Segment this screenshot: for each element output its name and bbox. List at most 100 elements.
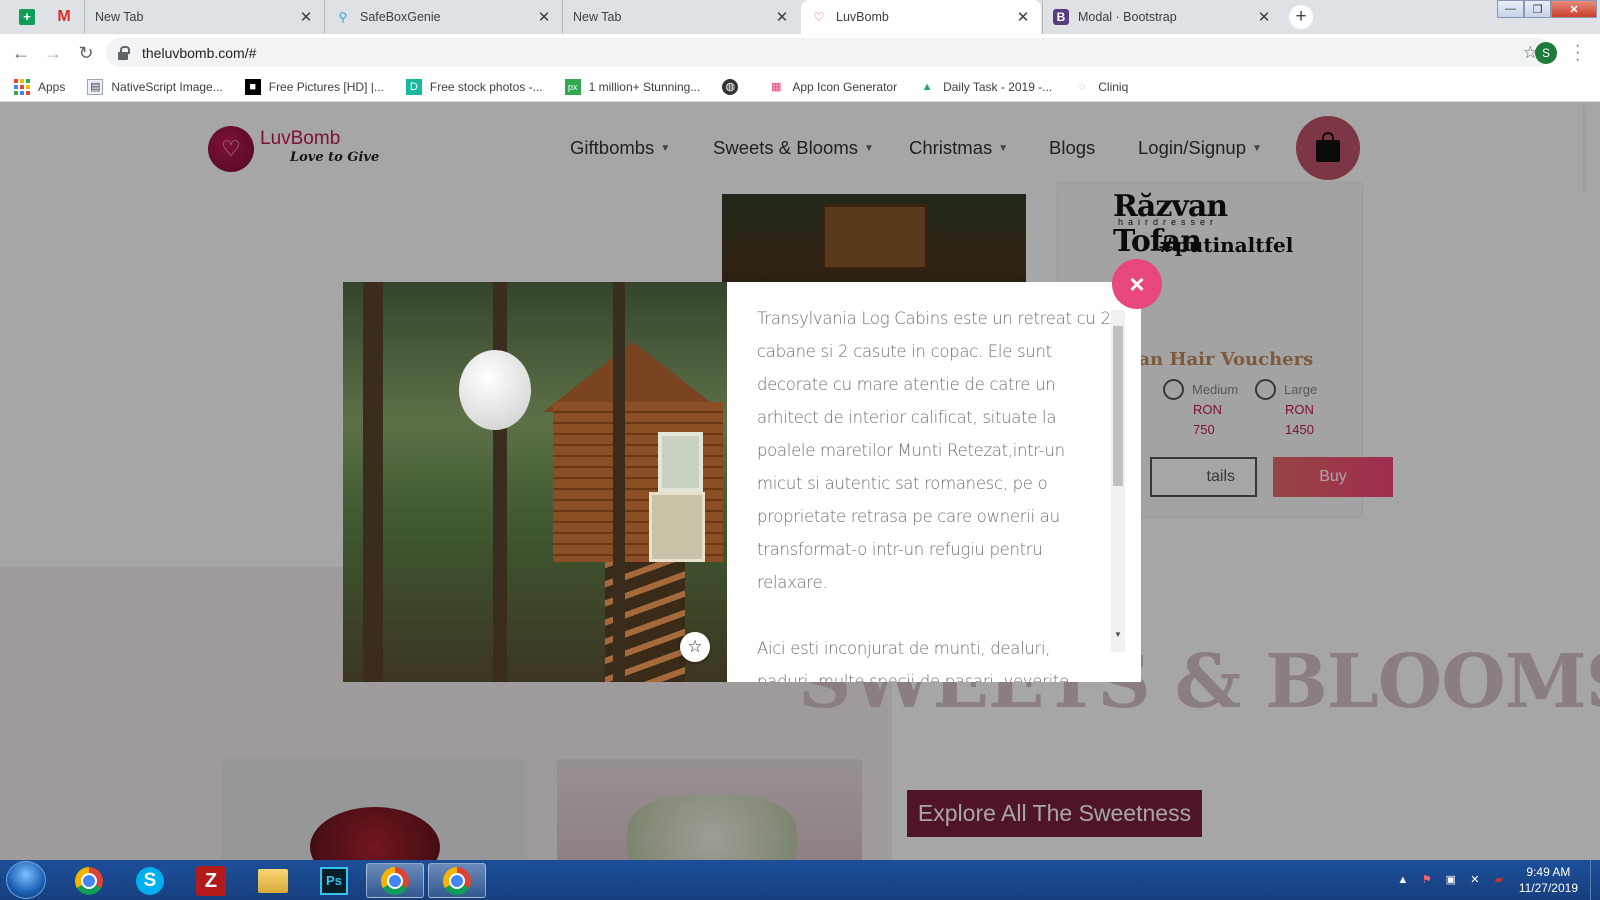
description-paragraph: Transylvania Log Cabins este un retreat … xyxy=(757,309,1111,592)
tab-title: Modal · Bootstrap xyxy=(1078,10,1177,24)
modal-scrollbar[interactable]: ▲ ▼ xyxy=(1111,310,1125,652)
language-flag-icon[interactable]: ▰ xyxy=(1491,872,1507,888)
chrome-icon xyxy=(75,866,103,895)
bookmark-daily-task[interactable]: ▲ Daily Task - 2019 -... xyxy=(919,79,1053,95)
tab-bootstrap-modal[interactable]: B Modal · Bootstrap ✕ xyxy=(1042,0,1282,34)
show-desktop-button[interactable] xyxy=(1590,860,1600,900)
modal-dialog: ☆ Transylvania Log Cabins este un retrea… xyxy=(343,282,1141,682)
cabin-window xyxy=(658,432,703,492)
forward-icon[interactable]: → xyxy=(40,40,66,66)
bookmark-label: App Icon Generator xyxy=(792,79,898,94)
skype-icon: S xyxy=(136,866,164,895)
scroll-down-icon[interactable]: ▼ xyxy=(1114,618,1122,651)
filezilla-icon: Z xyxy=(196,865,226,896)
tab-close-icon[interactable]: ✕ xyxy=(1256,8,1272,26)
bookmark-free-stock-photos[interactable]: D Free stock photos -... xyxy=(405,78,543,95)
show-hidden-icons-icon[interactable]: ▲ xyxy=(1395,872,1411,888)
tab-new-tab-1[interactable]: New Tab ✕ xyxy=(84,0,324,34)
taskbar-filezilla[interactable]: Z xyxy=(182,863,240,898)
browser-menu-icon[interactable]: · · · xyxy=(1575,38,1580,68)
bookmark-app-icon-generator[interactable]: ▦ App Icon Generator xyxy=(768,79,897,95)
globe-icon: ◍ xyxy=(722,78,739,95)
action-center-flag-icon[interactable]: ⚑ xyxy=(1419,872,1435,888)
bookmark-stunning[interactable]: px 1 million+ Stunning... xyxy=(564,78,700,95)
window-controls: — ❐ ✕ xyxy=(1497,0,1597,18)
system-clock[interactable]: 9:49 AM 11/27/2019 xyxy=(1519,864,1578,896)
tab-close-icon[interactable]: ✕ xyxy=(536,8,552,26)
tab-close-icon[interactable]: ✕ xyxy=(774,8,790,26)
luvbomb-icon: ♡ xyxy=(813,10,825,24)
bookmark-nativescript[interactable]: ▤ NativeScript Image... xyxy=(87,78,223,95)
clock-date: 11/27/2019 xyxy=(1518,881,1578,895)
tree-trunk xyxy=(493,282,507,682)
explorer-folder-icon xyxy=(258,868,288,893)
bookmark-globe[interactable]: ◍ xyxy=(722,78,746,95)
window-close-button[interactable]: ✕ xyxy=(1551,0,1597,18)
network-icon[interactable]: ▣ xyxy=(1443,872,1459,888)
tab-title: LuvBomb xyxy=(836,10,889,24)
sheets-icon: + xyxy=(19,9,35,25)
cliniq-icon: ◌ xyxy=(1078,80,1086,93)
windows-taskbar: S Z Ps ▲ ⚑ ▣ ✕ ▰ 9:49 AM 11/27/2019 xyxy=(0,860,1600,900)
chrome-icon xyxy=(443,866,471,895)
bookmark-cliniq[interactable]: ◌ Cliniq xyxy=(1074,79,1128,95)
tab-title: SafeBoxGenie xyxy=(360,10,441,24)
tab-title: New Tab xyxy=(573,10,622,24)
pinned-tab-sheets[interactable]: + xyxy=(10,0,44,34)
bookmark-label: NativeScript Image... xyxy=(111,79,223,94)
tab-title: New Tab xyxy=(95,10,144,24)
browser-tab-strip: + M New Tab ✕ ⚲ SafeBoxGenie ✕ New Tab ✕… xyxy=(0,0,1600,34)
web-page: ♡ LuvBomb Love to Give Giftbombs ▼ Sweets… xyxy=(0,102,1600,860)
tab-close-icon[interactable]: ✕ xyxy=(298,8,314,26)
back-icon[interactable]: ← xyxy=(8,40,34,66)
lock-icon[interactable] xyxy=(118,45,130,60)
cabin-door xyxy=(649,492,705,562)
apps-grid-icon xyxy=(14,78,30,95)
photoshop-icon: Ps xyxy=(320,866,348,895)
profile-avatar[interactable]: S xyxy=(1535,42,1557,64)
new-tab-button[interactable]: + xyxy=(1289,5,1313,29)
bookmark-label: Free Pictures [HD] |... xyxy=(268,79,384,94)
taskbar-photoshop[interactable]: Ps xyxy=(305,863,363,898)
bookmark-label: Free stock photos -... xyxy=(429,79,543,94)
restore-button[interactable]: ❐ xyxy=(1524,0,1551,18)
pinned-tab-gmail[interactable]: M xyxy=(47,0,81,34)
gmail-icon: M xyxy=(57,8,71,25)
browser-toolbar: ← → ↻ theluvbomb.com/# ☆ S · · · xyxy=(0,34,1600,72)
volume-muted-icon[interactable]: ✕ xyxy=(1467,872,1483,888)
tab-close-icon[interactable]: ✕ xyxy=(1015,8,1031,26)
bookmark-apps[interactable]: Apps xyxy=(14,78,66,95)
modal-close-button[interactable]: × xyxy=(1112,259,1162,309)
address-bar[interactable]: theluvbomb.com/# ☆ xyxy=(106,38,1552,67)
tree-trunk xyxy=(363,282,383,682)
tab-safeboxgenie[interactable]: ⚲ SafeBoxGenie ✕ xyxy=(324,0,562,34)
tab-luvbomb[interactable]: ♡ LuvBomb ✕ xyxy=(801,0,1041,34)
favorite-star-icon[interactable]: ☆ xyxy=(680,632,710,662)
minimize-button[interactable]: — xyxy=(1497,0,1524,18)
d-icon: D xyxy=(405,78,422,95)
taskbar-chrome-window-2[interactable] xyxy=(428,863,486,898)
bookmark-free-pictures[interactable]: ■ Free Pictures [HD] |... xyxy=(244,78,384,95)
bookmark-label: Daily Task - 2019 -... xyxy=(943,79,1053,94)
modal-description: Transylvania Log Cabins este un retreat … xyxy=(727,282,1141,682)
tree-trunk xyxy=(613,282,625,682)
grid-icon: ▦ xyxy=(771,81,782,93)
bookmark-label: Cliniq xyxy=(1098,79,1129,94)
reload-icon[interactable]: ↻ xyxy=(73,40,99,66)
start-button[interactable] xyxy=(6,861,46,899)
taskbar-chrome[interactable] xyxy=(60,863,118,898)
camera-icon: ■ xyxy=(244,78,261,95)
px-icon: px xyxy=(564,78,581,95)
tab-new-tab-2[interactable]: New Tab ✕ xyxy=(562,0,800,34)
taskbar-explorer[interactable] xyxy=(244,863,302,898)
bookmark-label: Apps xyxy=(38,79,66,94)
doc-icon: ▤ xyxy=(87,78,104,95)
bootstrap-icon: B xyxy=(1053,9,1069,25)
taskbar-skype[interactable]: S xyxy=(121,863,179,898)
bookmarks-bar: Apps ▤ NativeScript Image... ■ Free Pict… xyxy=(0,72,1600,102)
safeboxgenie-icon: ⚲ xyxy=(338,10,348,24)
taskbar-chrome-window-1[interactable] xyxy=(366,863,424,898)
drive-icon: ▲ xyxy=(921,80,933,93)
scrollbar-thumb[interactable] xyxy=(1113,326,1123,486)
url-text[interactable]: theluvbomb.com/# xyxy=(142,45,256,61)
